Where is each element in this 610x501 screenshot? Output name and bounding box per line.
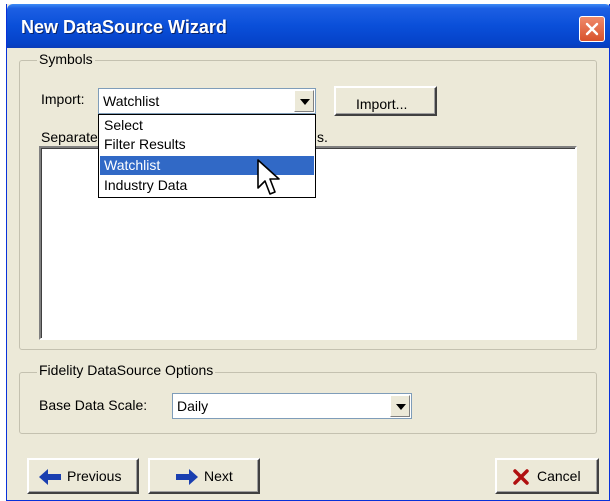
import-combo-value: Watchlist [103,93,160,109]
dropdown-option-select[interactable]: Select [100,116,314,135]
import-button-label: Import... [356,96,408,112]
chevron-down-icon [396,404,406,410]
previous-button[interactable]: Previous [27,458,139,494]
arrow-right-icon [176,469,198,485]
cancel-button[interactable]: Cancel [495,458,599,494]
scale-combo-arrow[interactable] [390,395,410,417]
close-button[interactable] [579,16,605,42]
cancel-x-icon [513,469,529,485]
title-bar[interactable]: New DataSource Wizard [7,4,610,48]
symbols-legend: Symbols [37,51,95,67]
import-combo-arrow[interactable] [294,90,314,112]
close-icon [585,22,599,36]
next-button-label: Next [204,468,233,484]
import-dropdown-list[interactable]: Select Filter Results Watchlist Industry… [98,114,316,198]
import-button[interactable]: Import... [334,86,437,116]
import-combo[interactable]: Watchlist [98,88,316,114]
fidelity-legend: Fidelity DataSource Options [37,362,216,378]
scale-combo[interactable]: Daily [172,393,412,419]
scale-combo-value: Daily [177,398,209,414]
arrow-left-icon [39,469,61,485]
mouse-pointer-icon [257,159,280,195]
separate-label: Separate [41,129,98,145]
separate-label-end: s. [317,129,328,145]
wizard-window: New DataSource Wizard Symbols Import: Wa… [6,4,610,501]
scale-label: Base Data Scale: [39,397,148,413]
dropdown-option-filter-results[interactable]: Filter Results [100,135,314,154]
previous-button-label: Previous [67,468,122,484]
next-button[interactable]: Next [148,458,260,494]
import-label: Import: [41,91,85,107]
cancel-button-label: Cancel [537,468,581,484]
chevron-down-icon [300,99,310,105]
window-title: New DataSource Wizard [21,17,227,37]
